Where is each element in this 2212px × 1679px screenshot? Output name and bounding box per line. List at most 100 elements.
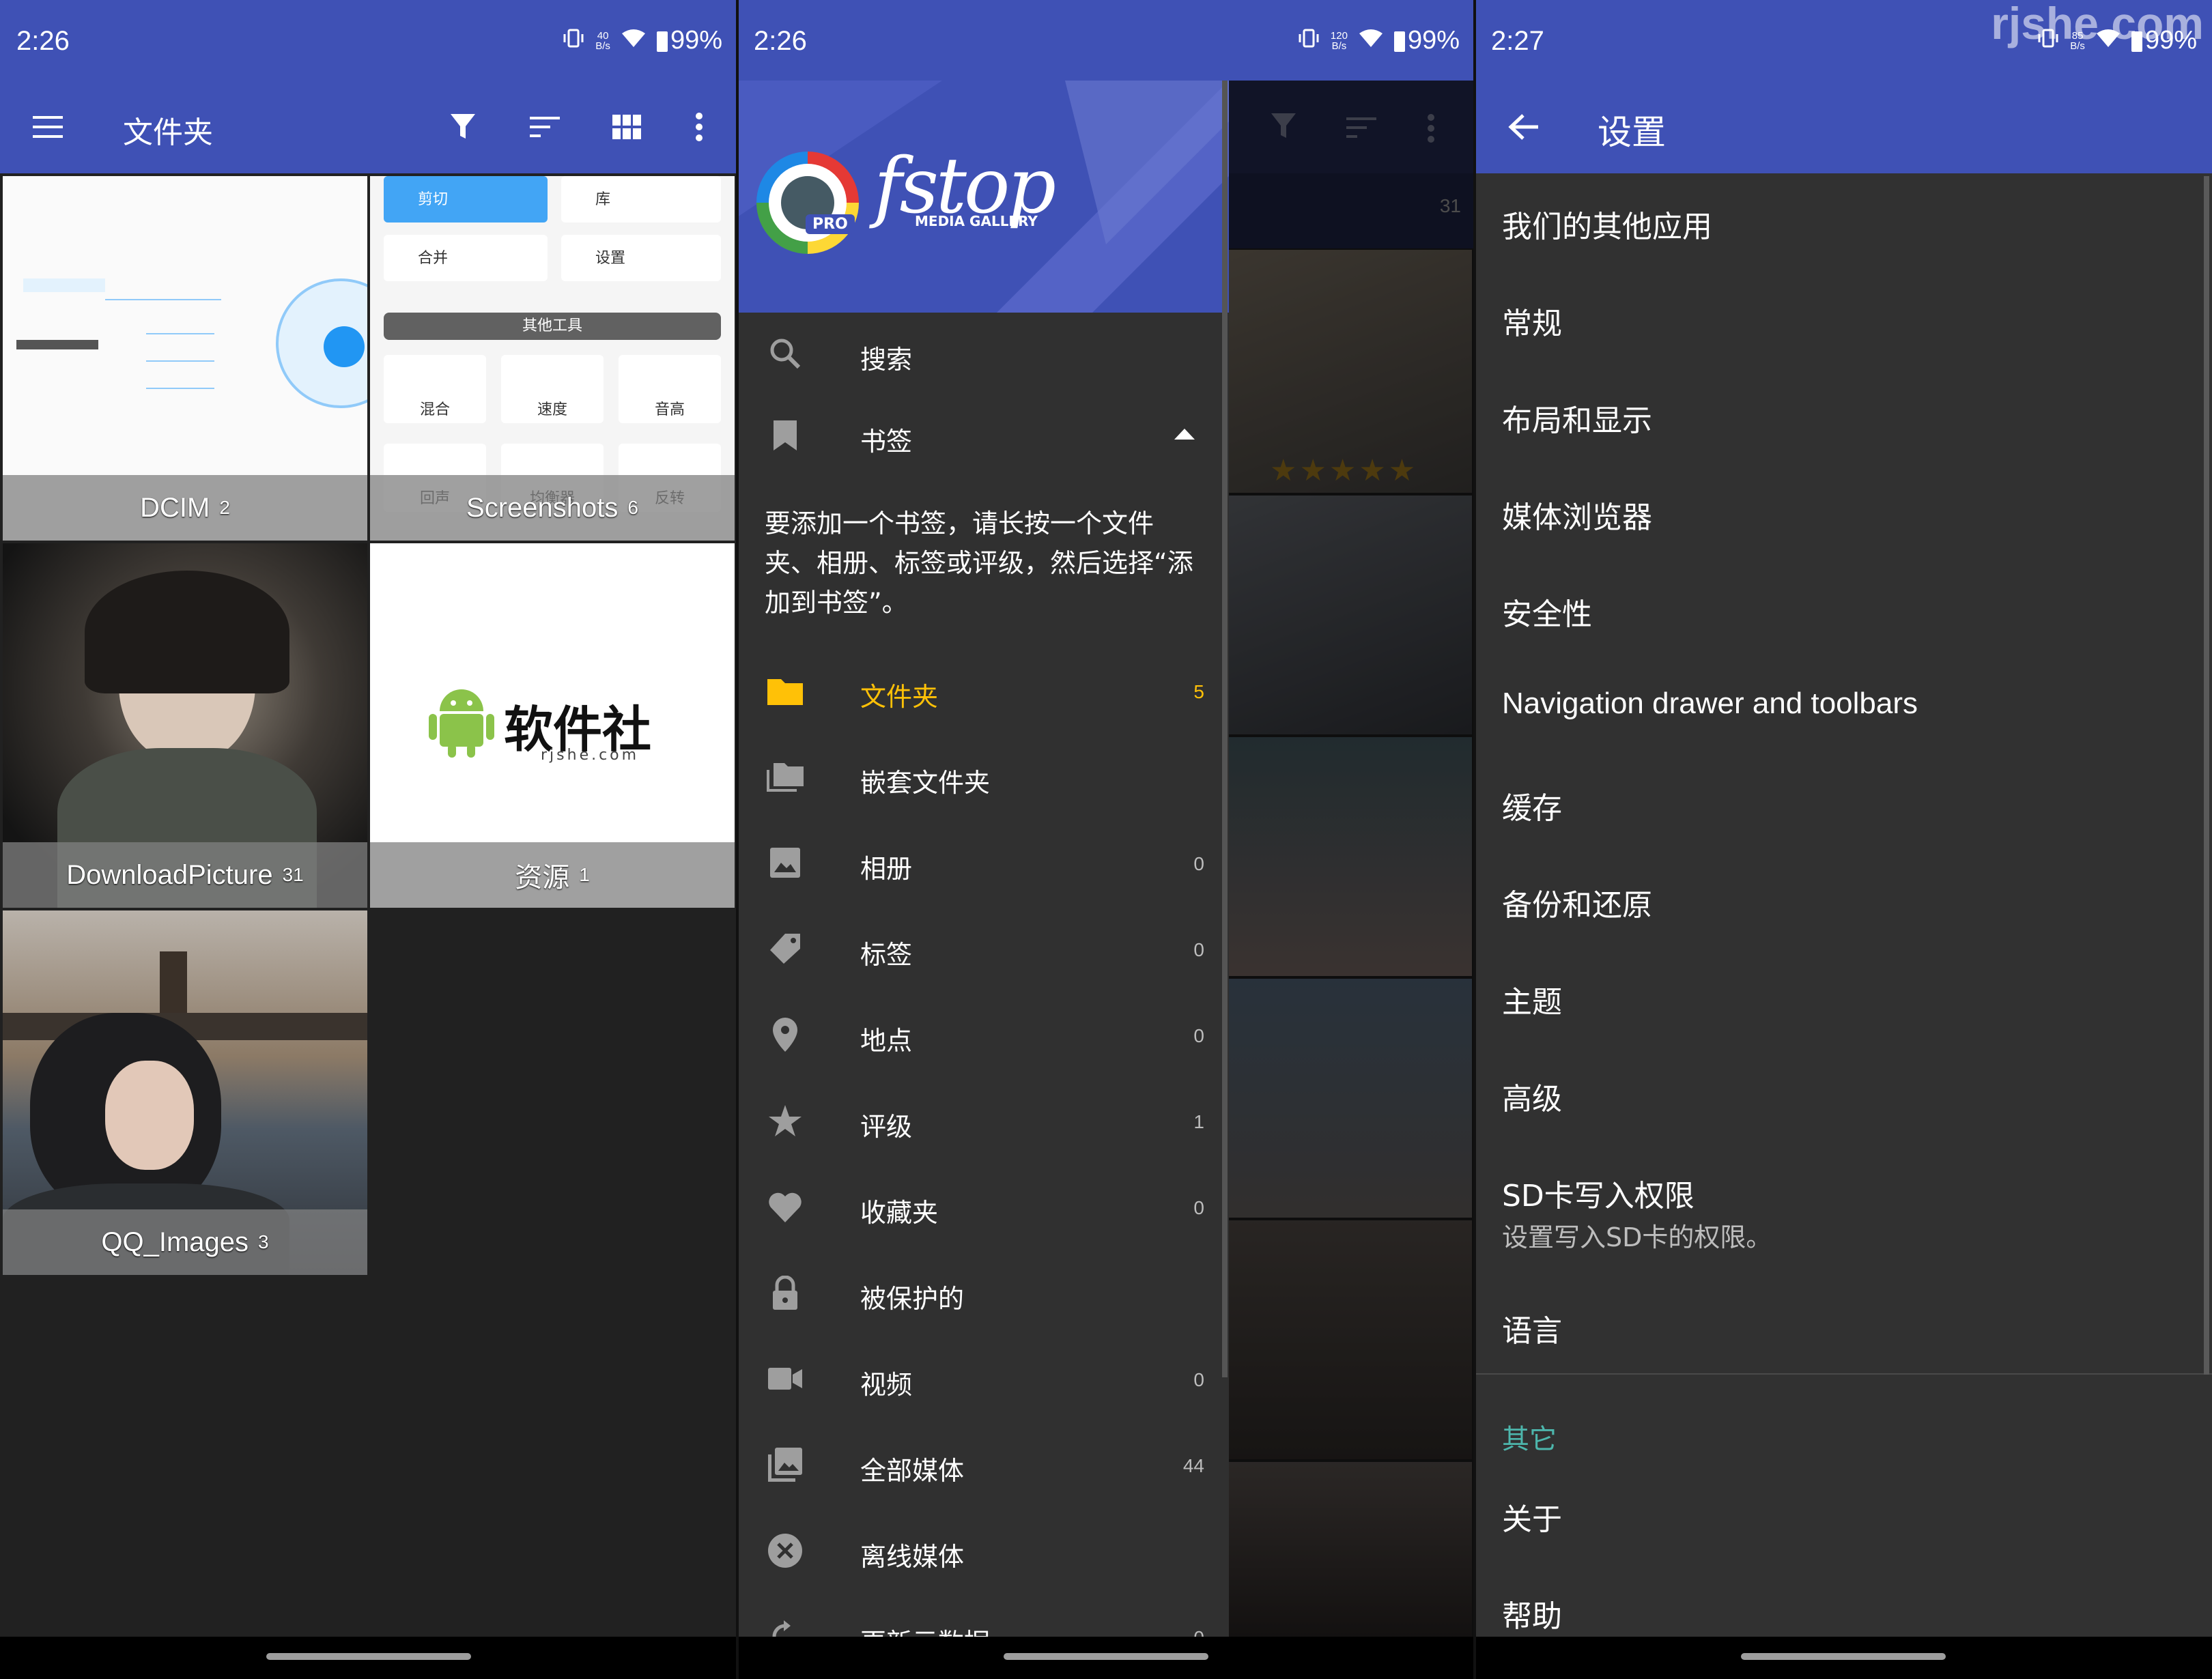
home-pill[interactable] [1004,1653,1208,1660]
folder-count: 1 [579,864,590,885]
drawer-item-count: 0 [1193,1369,1204,1390]
expand-less-icon[interactable] [1174,427,1195,442]
drawer-item-label: 离线媒体 [860,1542,965,1572]
menu-icon[interactable] [26,105,70,149]
bookmark-hint: 要添加一个书签，请长按一个文件夹、相册、标签或评级，然后选择“添加到书签”。 [765,508,1193,618]
settings-item-other-apps[interactable]: 我们的其他应用 [1502,202,1712,246]
filter-icon[interactable] [441,105,485,149]
network-speed: 120 B/s [1330,29,1348,52]
folder-tile-qq-images[interactable]: QQ_Images 3 [3,910,367,1275]
android-icon [427,684,496,759]
app-logo-sub: MEDIA GALLERY [915,213,1038,229]
drawer-item-offline-media[interactable]: 离线媒体 [737,1510,1229,1592]
folder-tile-resources[interactable]: 软件社 rjshe.com 资源 1 [370,543,735,908]
thumb-settings: 设置 [561,235,721,281]
drawer-item-label: 相册 [860,854,913,884]
folder-icon [765,670,806,711]
settings-item-language[interactable]: 语言 [1502,1306,1562,1350]
drawer-item-label: 收藏夹 [860,1198,939,1228]
lock-icon [765,1272,806,1313]
home-pill[interactable] [266,1653,471,1660]
settings-item-layout[interactable]: 布局和显示 [1502,396,1652,440]
settings-item-navigation[interactable]: Navigation drawer and toolbars [1502,687,1918,721]
wifi-icon [2096,26,2121,55]
folder-tile-dcim[interactable]: DCIM 2 [3,176,367,541]
drawer-item-label: 搜索 [860,345,913,375]
settings-item-general[interactable]: 常规 [1502,299,1562,343]
folder-caption: Screenshots 6 [370,475,735,541]
settings-item-sd-permission[interactable]: SD卡写入权限 [1502,1171,1695,1215]
grid-view-icon[interactable] [605,105,649,149]
drawer-item-locations[interactable]: 地点 0 [737,994,1229,1076]
settings-item-cache[interactable]: 缓存 [1502,784,1562,827]
settings-item-advanced[interactable]: 高级 [1502,1074,1562,1118]
toolbar-title: 设置 [1598,113,1666,152]
drawer-item-ratings[interactable]: 评级 1 [737,1080,1229,1162]
gesture-bar [0,1637,737,1679]
location-icon [765,1014,806,1055]
background-content: 31 ★★★★★ [1229,81,1475,1639]
drawer-header: PRO fstop MEDIA GALLERY [737,81,1229,313]
more-vert-icon[interactable] [677,105,721,149]
folders-screen: 2:26 40 B/s 99% 文件夹 DCIM 2 剪切 库 合并 设置 其他… [0,0,737,1679]
album-icon [765,842,806,883]
drawer-item-count: 44 [1182,1455,1204,1476]
drawer-item-label: 被保护的 [860,1284,965,1314]
settings-item-help[interactable]: 帮助 [1502,1592,1562,1635]
folder-count: 6 [627,497,638,518]
panel-separator [1473,0,1476,1679]
heart-icon [765,1186,806,1227]
drawer-item-folders[interactable]: 文件夹 5 [737,650,1229,732]
drawer-item-favorites[interactable]: 收藏夹 0 [737,1166,1229,1248]
settings-scrollbar[interactable] [2204,176,2209,1375]
settings-item-theme[interactable]: 主题 [1502,977,1562,1021]
panel-separator [736,0,739,1679]
app-toolbar: 文件夹 [0,81,737,173]
drawer-item-albums[interactable]: 相册 0 [737,822,1229,904]
folder-tile-screenshots[interactable]: 剪切 库 合并 设置 其他工具 混合 速度 音高 回声 均衡器 反转 Scree… [370,176,735,541]
status-bar: 2:27 rjshe.com 85 B/s 99% [1475,0,2212,81]
drawer-item-videos[interactable]: 视频 0 [737,1338,1229,1420]
settings-item-media-browser[interactable]: 媒体浏览器 [1502,493,1652,536]
folder-name: DownloadPicture [66,859,273,890]
wifi-icon [621,26,646,55]
star-icon [765,1100,806,1141]
drawer-scrollbar[interactable] [1222,81,1228,1377]
folder-name: 资源 [515,863,570,893]
drawer-item-protected[interactable]: 被保护的 [737,1252,1229,1334]
settings-item-backup[interactable]: 备份和还原 [1502,880,1652,924]
sort-icon[interactable] [523,105,567,149]
drawer-item-bookmarks[interactable]: 书签 [737,394,1229,476]
folder-caption: DownloadPicture 31 [3,842,367,908]
all-media-icon [765,1444,806,1485]
battery-icon [1393,31,1405,52]
settings-item-about[interactable]: 关于 [1502,1495,1562,1538]
drawer-item-nested-folders[interactable]: 嵌套文件夹 [737,736,1229,818]
thumb-section: 其他工具 [384,313,721,340]
settings-item-security[interactable]: 安全性 [1502,590,1592,633]
tag-icon [765,928,806,969]
video-icon [765,1358,806,1399]
drawer-item-all-media[interactable]: 全部媒体 44 [737,1424,1229,1506]
status-time: 2:26 [16,26,70,56]
section-divider [1475,1373,2212,1375]
vibrate-icon [1298,26,1320,55]
drawer-item-label: 标签 [860,940,913,970]
drawer-item-label: 评级 [860,1112,913,1142]
battery-level: 99% [670,26,722,55]
drawer-item-count: 5 [1193,681,1204,702]
navigation-drawer: PRO fstop MEDIA GALLERY 搜索 书签 要添加一个书签，请长… [737,81,1229,1658]
drawer-item-search[interactable]: 搜索 [737,313,1229,394]
drawer-item-label: 嵌套文件夹 [860,768,991,798]
folder-caption: 资源 1 [370,842,735,908]
drawer-item-label: 全部媒体 [860,1456,965,1486]
drawer-item-tags[interactable]: 标签 0 [737,908,1229,990]
battery-level: 99% [2144,26,2197,55]
offline-icon [765,1530,806,1571]
drawer-item-count: 0 [1193,1197,1204,1218]
back-arrow-icon[interactable] [1502,105,1546,149]
folder-tile-downloadpicture[interactable]: DownloadPicture 31 [3,543,367,908]
app-toolbar: 设置 [1475,81,2212,173]
home-pill[interactable] [1741,1653,1946,1660]
drawer-item-count: 1 [1193,1111,1204,1132]
